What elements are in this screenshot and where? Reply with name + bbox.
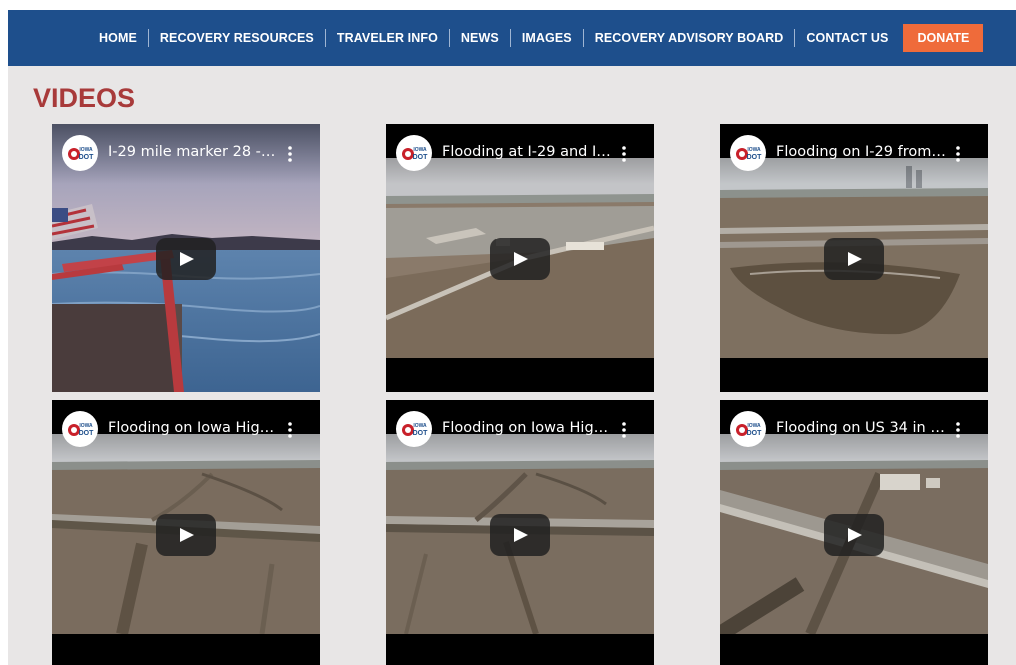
nav-news[interactable]: NEWS	[450, 24, 510, 52]
video-embed-6[interactable]: IOWA DOT Flooding on US 34 in Iowa	[720, 400, 988, 665]
logo-text-bottom: DOT	[79, 154, 95, 161]
page: HOME RECOVERY RESOURCES TRAVELER INFO NE…	[8, 10, 1016, 665]
nav-images[interactable]: IMAGES	[511, 24, 583, 52]
logo-text-top: IOWA	[413, 423, 427, 429]
page-title: VIDEOS	[33, 83, 136, 113]
video-bottom-bar	[720, 634, 988, 665]
logo-text-top: IOWA	[747, 147, 761, 153]
top-nav: HOME RECOVERY RESOURCES TRAVELER INFO NE…	[8, 10, 1016, 66]
channel-logo[interactable]: IOWA DOT	[730, 411, 766, 447]
channel-logo[interactable]: IOWA DOT	[396, 411, 432, 447]
nav-traveler-info[interactable]: TRAVELER INFO	[326, 24, 449, 52]
logo-text-top: IOWA	[747, 423, 761, 429]
more-options-icon[interactable]	[618, 420, 630, 440]
channel-logo[interactable]: IOWA DOT	[62, 411, 98, 447]
video-bottom-bar	[720, 358, 988, 392]
video-bottom-bar	[386, 634, 654, 665]
play-icon[interactable]	[490, 514, 550, 556]
channel-logo[interactable]: IOWA DOT	[730, 135, 766, 171]
video-title[interactable]: Flooding on US 34 in Iowa	[776, 420, 946, 436]
more-options-icon[interactable]	[952, 144, 964, 164]
donate-button[interactable]: DONATE	[903, 24, 984, 52]
nav-recovery-resources[interactable]: RECOVERY RESOURCES	[149, 24, 325, 52]
play-icon[interactable]	[824, 238, 884, 280]
logo-text-top: IOWA	[79, 147, 93, 153]
play-icon[interactable]	[824, 514, 884, 556]
logo-text-bottom: DOT	[747, 430, 763, 437]
logo-text-bottom: DOT	[747, 154, 763, 161]
logo-text-bottom: DOT	[413, 430, 429, 437]
play-icon[interactable]	[156, 514, 216, 556]
channel-logo[interactable]: IOWA DOT	[62, 135, 98, 171]
logo-text-top: IOWA	[79, 423, 93, 429]
logo-text-bottom: DOT	[413, 154, 429, 161]
video-embed-5[interactable]: IOWA DOT Flooding on Iowa Highway 2 west…	[386, 400, 654, 665]
video-bottom-bar	[386, 358, 654, 392]
video-title[interactable]: I-29 mile marker 28 - Missouri River flo…	[108, 144, 278, 160]
play-icon[interactable]	[156, 238, 216, 280]
video-title[interactable]: Flooding on Iowa Highway 2 west of I-29	[442, 420, 612, 436]
video-embed-3[interactable]: IOWA DOT Flooding on I-29 from Iowa High…	[720, 124, 988, 392]
video-embed-2[interactable]: IOWA DOT Flooding at I-29 and Iowa Highw…	[386, 124, 654, 392]
more-options-icon[interactable]	[618, 144, 630, 164]
logo-text-top: IOWA	[413, 147, 427, 153]
nav-contact-us[interactable]: CONTACT US	[795, 24, 899, 52]
more-options-icon[interactable]	[284, 420, 296, 440]
nav-recovery-advisory-board[interactable]: RECOVERY ADVISORY BOARD	[584, 24, 795, 52]
nav-home[interactable]: HOME	[88, 24, 148, 52]
video-title[interactable]: Flooding on I-29 from Iowa Highway 2	[776, 144, 946, 160]
more-options-icon[interactable]	[284, 144, 296, 164]
video-embed-1[interactable]: IOWA DOT I-29 mile marker 28 - Missouri …	[52, 124, 320, 392]
video-title[interactable]: Flooding at I-29 and Iowa Highway 2	[442, 144, 612, 160]
video-embed-4[interactable]: IOWA DOT Flooding on Iowa Highway 2 near…	[52, 400, 320, 665]
play-icon[interactable]	[490, 238, 550, 280]
nav-items: HOME RECOVERY RESOURCES TRAVELER INFO NE…	[88, 24, 984, 52]
channel-logo[interactable]: IOWA DOT	[396, 135, 432, 171]
video-bottom-bar	[52, 634, 320, 665]
more-options-icon[interactable]	[952, 420, 964, 440]
video-title[interactable]: Flooding on Iowa Highway 2 near I-29	[108, 420, 278, 436]
logo-text-bottom: DOT	[79, 430, 95, 437]
